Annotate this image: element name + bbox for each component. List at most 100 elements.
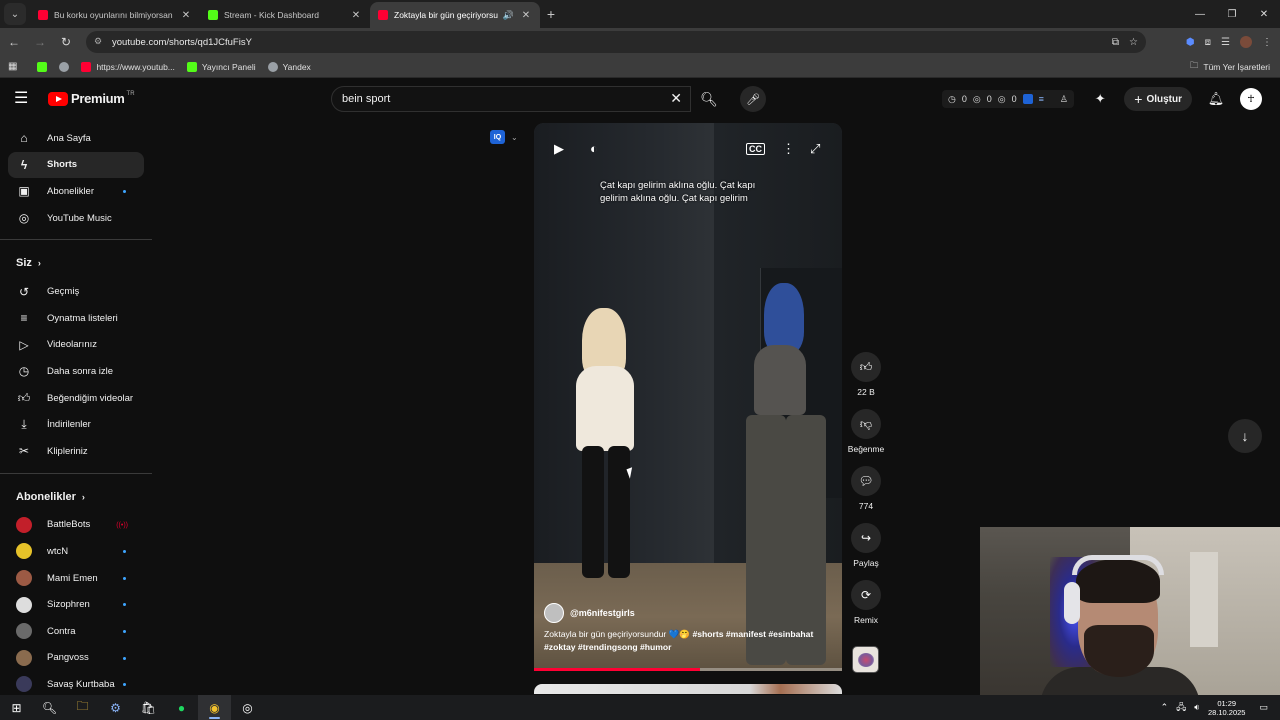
iq-extension-badge[interactable]: IQ ⌄: [490, 130, 518, 144]
profile-avatar[interactable]: [1240, 36, 1252, 48]
sidebar-item[interactable]: ▷ Videolarınız: [0, 332, 144, 359]
chrome-icon[interactable]: ◉: [198, 695, 231, 720]
site-info-icon[interactable]: ⚙: [94, 36, 106, 48]
sidebar-item[interactable]: ✂ Klipleriniz: [0, 438, 144, 465]
restore-icon[interactable]: ❐: [1216, 0, 1248, 28]
bookmark-youtube[interactable]: https://www.youtub...: [81, 61, 175, 72]
obs-icon[interactable]: ◎: [231, 695, 264, 720]
install-app-icon[interactable]: ⧉: [1112, 37, 1119, 48]
tab-search-button[interactable]: ⌄: [4, 3, 26, 25]
store-icon[interactable]: 🛍︎: [132, 695, 165, 720]
youtube-premium-logo[interactable]: Premium TR: [48, 91, 135, 106]
more-options-icon[interactable]: ⋮: [782, 141, 795, 157]
speaker-icon[interactable]: 🔊: [503, 10, 514, 21]
extension-stats[interactable]: ◷ 0 ◎ 0 ◎ 0 ≡ ♙: [942, 90, 1074, 108]
remix-icon[interactable]: ⟳: [851, 580, 881, 610]
thumbs-down-icon[interactable]: 👎︎: [851, 409, 881, 439]
next-short-button[interactable]: ↓: [1228, 419, 1262, 453]
sidebar-section-subscriptions[interactable]: Abonelikler ›: [0, 482, 152, 512]
notifications-bell-icon[interactable]: 🔔︎: [1206, 89, 1226, 109]
all-bookmarks[interactable]: 🗀 Tüm Yer İşaretleri: [1190, 56, 1270, 78]
bookmark-globe[interactable]: [59, 61, 70, 72]
sidebar-item[interactable]: ◎ YouTube Music: [0, 205, 144, 232]
browser-tab[interactable]: Stream - Kick Dashboard ✕: [200, 2, 370, 28]
reload-icon[interactable]: ↻: [54, 30, 78, 54]
award-icon[interactable]: ♙: [1060, 94, 1068, 105]
subscription-channel[interactable]: Mami Emen: [0, 565, 144, 592]
apps-icon[interactable]: ▦: [8, 61, 17, 72]
sidebar-item[interactable]: ϟ Shorts: [8, 151, 144, 179]
address-bar[interactable]: ⚙ youtube.com/shorts/qd1JCfuFisY ⧉ ☆: [86, 31, 1146, 53]
close-window-icon[interactable]: ✕: [1248, 0, 1280, 28]
extensions-puzzle-icon[interactable]: ⧈: [1205, 37, 1211, 48]
sidebar-item[interactable]: ◷ Daha sonra izle: [0, 358, 144, 385]
menu-icon[interactable]: ☰: [14, 90, 34, 108]
browser-tab-active[interactable]: Zoktayla bir gün geçiriyorsu 🔊 ✕: [370, 2, 540, 28]
sidebar-item[interactable]: ≡ Oynatma listeleri: [0, 305, 144, 332]
new-tab-button[interactable]: +: [540, 3, 562, 25]
captions-icon[interactable]: CC: [746, 143, 765, 155]
minimize-icon[interactable]: —: [1184, 0, 1216, 28]
subscription-channel[interactable]: Pangvoss: [0, 645, 144, 672]
bookmark-star-icon[interactable]: ☆: [1129, 37, 1138, 48]
search-button[interactable]: 🔍︎: [691, 86, 727, 112]
spotify-icon[interactable]: ●: [165, 695, 198, 720]
remix-button[interactable]: ⟳ Remix: [845, 580, 887, 625]
clear-search-icon[interactable]: ✕: [670, 90, 682, 107]
sidebar-item[interactable]: ⤓ İndirilenler: [0, 411, 144, 438]
bookmark-yandex[interactable]: Yandex: [267, 61, 311, 72]
channel-handle[interactable]: @m6nifestgirls: [570, 608, 635, 618]
volume-icon[interactable]: 🔉︎: [1194, 702, 1200, 713]
subscription-channel[interactable]: Contra: [0, 618, 144, 645]
sidebar-item[interactable]: ▣ Abonelikler: [0, 178, 144, 205]
channel-avatar[interactable]: [544, 603, 564, 623]
sidebar-item[interactable]: 👍︎ Beğendiğim videolar: [0, 385, 144, 412]
browser-menu-icon[interactable]: ⋮: [1262, 37, 1272, 48]
browser-tab[interactable]: Bu korku oyunlarını bilmiyorsan ✕: [30, 2, 200, 28]
next-short-preview[interactable]: [534, 684, 842, 694]
video-description[interactable]: Zoktayla bir gün geçiriyorsundur 💙🤭 #sho…: [544, 628, 836, 654]
volume-icon[interactable]: ◐: [590, 141, 598, 156]
search-icon[interactable]: 🔍︎: [33, 695, 66, 720]
file-explorer-icon[interactable]: 🗀: [66, 695, 99, 720]
play-icon[interactable]: ▶: [554, 141, 564, 157]
share-button[interactable]: ↪ Paylaş: [845, 523, 887, 568]
sound-thumbnail[interactable]: [852, 646, 879, 673]
comment-icon[interactable]: 💬︎: [851, 466, 881, 496]
close-tab-icon[interactable]: ✕: [350, 10, 362, 21]
shorts-video-player[interactable]: ▶ ◐ CC ⋮ ⤢ Çat kapı gelirim aklına oğlu.…: [534, 123, 842, 671]
close-tab-icon[interactable]: ✕: [180, 10, 192, 21]
like-button[interactable]: 👍︎ 22 B: [845, 352, 887, 397]
forward-icon[interactable]: →: [28, 30, 52, 54]
sidebar-item[interactable]: ⌂ Ana Sayfa: [0, 125, 144, 152]
voice-search-button[interactable]: 🎤︎: [740, 86, 766, 112]
fullscreen-icon[interactable]: ⤢: [810, 141, 820, 157]
list-icon[interactable]: ≡: [1039, 94, 1044, 104]
windows-start-icon[interactable]: ⊞: [0, 695, 33, 720]
thumbs-up-icon[interactable]: 👍︎: [851, 352, 881, 382]
network-icon[interactable]: 🖧︎: [1176, 700, 1186, 716]
subscription-channel[interactable]: BattleBots ((•)): [0, 512, 144, 539]
comments-button[interactable]: 💬︎ 774: [845, 466, 887, 511]
back-icon[interactable]: ←: [2, 30, 26, 54]
gemini-icon[interactable]: ✦: [1090, 89, 1110, 109]
dislike-button[interactable]: 👎︎ Beğenme: [845, 409, 887, 454]
tab-list-icon[interactable]: ☰: [1221, 37, 1230, 48]
share-icon[interactable]: ↪: [851, 523, 881, 553]
search-input[interactable]: bein sport ✕: [331, 86, 691, 112]
channel-row[interactable]: @m6nifestgirls: [544, 603, 635, 623]
subscription-channel[interactable]: wtcN: [0, 538, 144, 565]
video-progress-bar[interactable]: [534, 668, 842, 671]
sidebar-item[interactable]: ↺ Geçmiş: [0, 278, 144, 305]
bookmark-kick[interactable]: [37, 61, 48, 72]
clock[interactable]: 01:29 28.10.2025: [1208, 699, 1246, 717]
subscription-channel[interactable]: Savaş Kurtbaba: [0, 671, 144, 695]
close-tab-icon[interactable]: ✕: [520, 10, 532, 21]
bookmark-yayinci-paneli[interactable]: Yayıncı Paneli: [186, 61, 256, 72]
chevron-up-icon[interactable]: ⌃: [1161, 702, 1169, 713]
iq-icon[interactable]: [1022, 94, 1033, 104]
create-button[interactable]: + Oluştur: [1124, 87, 1192, 111]
account-avatar[interactable]: ☥: [1240, 88, 1262, 110]
sidebar-section-you[interactable]: Siz ›: [0, 248, 152, 278]
subscription-channel[interactable]: Sizophren: [0, 591, 144, 618]
